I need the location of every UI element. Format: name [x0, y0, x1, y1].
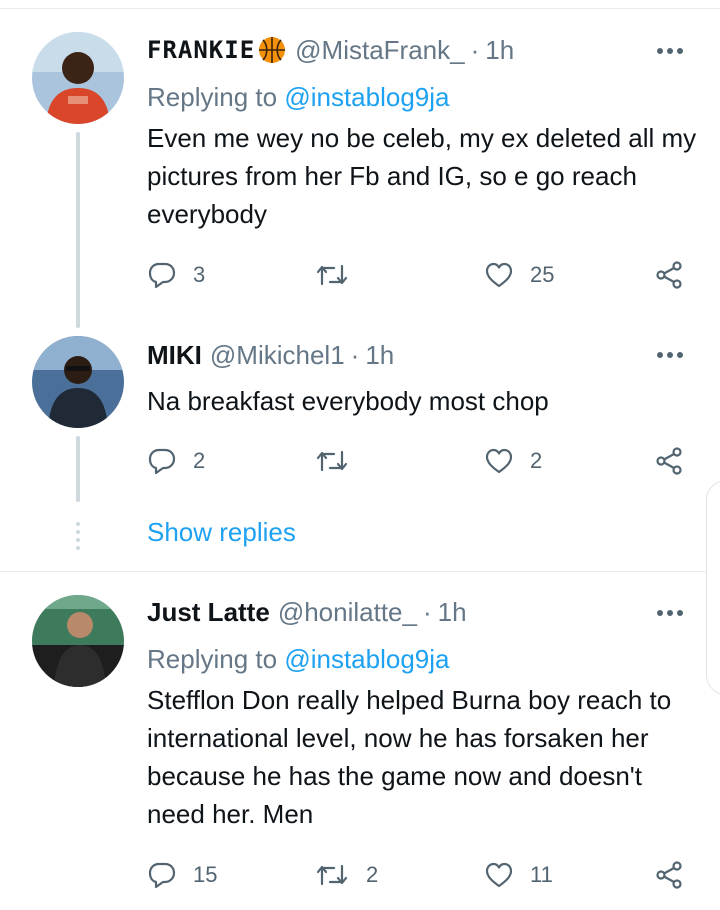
share-button[interactable] [654, 258, 684, 292]
avatar-miki-image [32, 336, 124, 428]
tweet-divider [0, 571, 720, 572]
tweet-header: Just Latte @honilatte_ · 1h [147, 596, 467, 628]
reply-icon [148, 862, 176, 889]
tweet-header: FRANKIE @MistaFrank_ · 1h [147, 34, 514, 66]
display-name[interactable]: MIKI [147, 340, 202, 371]
reply-button[interactable]: 3 [147, 258, 205, 292]
separator: · [422, 596, 432, 627]
timestamp[interactable]: 1h [485, 35, 514, 66]
tweet-header: MIKI @Mikichel1 · 1h [147, 339, 394, 371]
separator: · [350, 339, 360, 370]
share-icon [656, 861, 682, 889]
reply-button[interactable]: 15 [147, 858, 217, 892]
like-button[interactable]: 2 [484, 444, 542, 478]
retweet-count: 2 [366, 862, 379, 887]
heart-icon [485, 862, 513, 888]
mention-link[interactable]: @instablog9ja [284, 644, 449, 674]
reply-count: 2 [193, 448, 206, 473]
handle[interactable]: @MistaFrank_ [295, 35, 464, 66]
retweet-button[interactable] [314, 258, 366, 292]
top-divider [0, 8, 720, 9]
thread-dots [76, 520, 80, 552]
heart-icon [485, 262, 513, 288]
like-count: 2 [530, 448, 543, 473]
reply-icon [148, 262, 176, 289]
avatar-miki[interactable] [32, 336, 124, 428]
avatar-just-latte[interactable] [32, 595, 124, 687]
like-count: 25 [530, 262, 555, 287]
reply-icon [148, 448, 176, 475]
handle[interactable]: @honilatte_ [278, 597, 417, 628]
replying-to: Replying to @instablog9ja [147, 644, 449, 675]
retweet-button[interactable] [314, 444, 366, 478]
avatar-frankie[interactable] [32, 32, 124, 124]
avatar-frankie-image [32, 32, 124, 124]
more-icon[interactable] [652, 41, 688, 61]
tweet-text: Even me wey no be celeb, my ex deleted a… [147, 123, 697, 229]
timestamp[interactable]: 1h [438, 597, 467, 628]
reply-count: 15 [193, 862, 218, 887]
floating-compose-edge[interactable] [706, 480, 720, 695]
tweet-text: Na breakfast everybody most chop [147, 386, 549, 416]
tweet-text: Stefflon Don really helped Burna boy rea… [147, 685, 672, 829]
share-button[interactable] [654, 444, 684, 478]
share-icon [656, 447, 682, 475]
thread-line [76, 132, 80, 328]
like-button[interactable]: 25 [484, 258, 554, 292]
mention-link[interactable]: @instablog9ja [284, 82, 449, 112]
retweet-icon [316, 450, 348, 472]
reply-button[interactable]: 2 [147, 444, 205, 478]
retweet-button[interactable]: 2 [314, 858, 378, 892]
thread-line [76, 436, 80, 502]
retweet-icon [316, 864, 348, 886]
handle[interactable]: @Mikichel1 [210, 340, 345, 371]
timestamp[interactable]: 1h [365, 340, 394, 371]
reply-count: 3 [193, 262, 206, 287]
share-icon [656, 261, 682, 289]
avatar-just-latte-image [32, 595, 124, 687]
like-count: 11 [530, 862, 553, 887]
basketball-icon [259, 37, 286, 63]
replying-prefix: Replying to [147, 644, 278, 674]
replying-to: Replying to @instablog9ja [147, 82, 449, 113]
like-button[interactable]: 11 [484, 858, 553, 892]
show-replies-link[interactable]: Show replies [147, 517, 296, 548]
more-icon[interactable] [652, 603, 688, 623]
display-name[interactable]: FRANKIE [147, 36, 255, 64]
heart-icon [485, 448, 513, 474]
share-button[interactable] [654, 858, 684, 892]
separator: · [470, 34, 480, 65]
display-name[interactable]: Just Latte [147, 597, 270, 628]
more-icon[interactable] [652, 345, 688, 365]
replying-prefix: Replying to [147, 82, 278, 112]
retweet-icon [316, 264, 348, 286]
